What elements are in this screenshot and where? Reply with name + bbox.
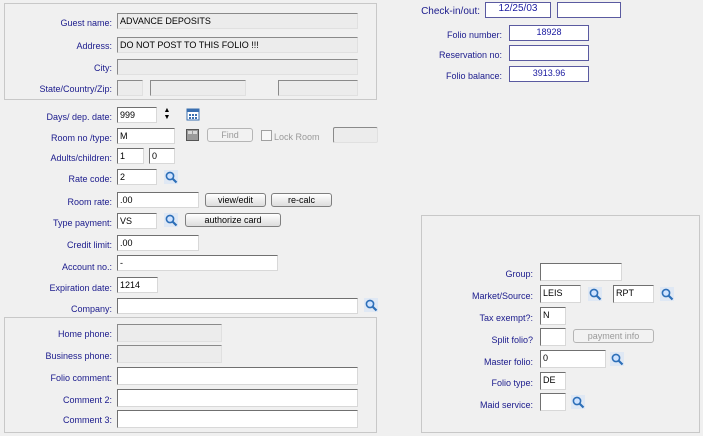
maid-service-field[interactable] [540, 393, 566, 411]
business-phone-label: Business phone: [45, 351, 112, 361]
lock-room-checkbox[interactable] [261, 130, 272, 141]
payment-lookup-magnifier-icon[interactable] [164, 213, 178, 227]
checkin-date-field[interactable]: 12/25/03 [485, 2, 551, 18]
group-label: Group: [505, 269, 533, 279]
source-field[interactable]: RPT [613, 285, 654, 303]
folio-comment-label: Folio comment: [50, 373, 112, 383]
city-field[interactable] [117, 59, 358, 75]
comment2-label: Comment 2: [62, 395, 112, 405]
home-phone-field[interactable] [117, 324, 222, 342]
calendar-icon[interactable] [186, 107, 200, 121]
home-phone-label: Home phone: [57, 329, 112, 339]
expiration-date-label: Expiration date: [49, 283, 112, 293]
maid-service-lookup-magnifier-icon[interactable] [571, 395, 585, 409]
type-payment-field[interactable]: VS [117, 213, 157, 229]
room-rate-label: Room rate: [67, 197, 112, 207]
account-no-field[interactable]: - [117, 255, 278, 271]
comment2-field[interactable] [117, 389, 358, 407]
type-payment-label: Type payment: [52, 218, 112, 228]
room-no-type-label: Room no /type: [50, 133, 112, 143]
folio-type-label: Folio type: [491, 378, 533, 388]
source-lookup-magnifier-icon[interactable] [660, 287, 674, 301]
reservation-no-label: Reservation no: [438, 50, 502, 60]
room-rate-field[interactable]: .00 [117, 192, 199, 208]
folio-comment-field[interactable] [117, 367, 358, 385]
find-button[interactable]: Find [207, 128, 253, 142]
reservation-no-field[interactable] [509, 45, 589, 61]
rate-code-field[interactable]: 2 [117, 169, 157, 185]
business-phone-field[interactable] [117, 345, 222, 363]
credit-limit-field[interactable]: .00 [117, 235, 199, 251]
authorize-card-button[interactable]: authorize card [185, 213, 281, 227]
account-no-label: Account no.: [61, 262, 112, 272]
market-field[interactable]: LEIS [540, 285, 581, 303]
split-folio-field[interactable] [540, 328, 566, 346]
master-folio-field[interactable]: 0 [540, 350, 606, 368]
country-field[interactable] [150, 80, 246, 96]
tax-exempt-label: Tax exempt?: [479, 313, 533, 323]
folio-balance-label: Folio balance: [445, 71, 502, 81]
group-field[interactable] [540, 263, 622, 281]
view-edit-button[interactable]: view/edit [205, 193, 266, 207]
guest-name-label: Guest name: [60, 18, 112, 28]
city-label: City: [94, 63, 112, 73]
comment3-field[interactable] [117, 410, 358, 428]
folio-balance-field[interactable]: 3913.96 [509, 66, 589, 82]
market-lookup-magnifier-icon[interactable] [588, 287, 602, 301]
maid-service-label: Maid service: [479, 400, 533, 410]
payment-info-button[interactable]: payment info [573, 329, 654, 343]
adults-field[interactable]: 1 [117, 148, 144, 164]
credit-limit-label: Credit limit: [66, 240, 112, 250]
company-field[interactable] [117, 298, 358, 314]
expiration-date-field[interactable]: 1214 [117, 277, 158, 293]
folio-type-field[interactable]: DE [540, 372, 566, 390]
folio-number-label: Folio number: [446, 30, 502, 40]
master-folio-lookup-magnifier-icon[interactable] [610, 352, 624, 366]
folio-number-field[interactable]: 18928 [509, 25, 589, 41]
address-label: Address: [76, 41, 112, 51]
state-country-zip-label: State/Country/Zip: [39, 84, 112, 94]
days-dep-date-label: Days/ dep. date: [46, 112, 112, 122]
room-grid-icon[interactable] [186, 129, 199, 141]
company-lookup-magnifier-icon[interactable] [364, 298, 378, 312]
market-source-label: Market/Source: [471, 291, 533, 301]
lock-room-label: Lock Room [274, 132, 320, 142]
zip-field[interactable] [278, 80, 358, 96]
master-folio-label: Master folio: [483, 357, 533, 367]
adults-children-label: Adults/children: [50, 153, 112, 163]
guest-name-field[interactable]: ADVANCE DEPOSITS [117, 13, 358, 29]
days-field[interactable]: 999 [117, 107, 157, 123]
rate-code-lookup-magnifier-icon[interactable] [164, 170, 178, 184]
comment3-label: Comment 3: [62, 415, 112, 425]
state-field[interactable] [117, 80, 143, 96]
tax-exempt-field[interactable]: N [540, 307, 566, 325]
split-folio-label: Split folio? [491, 335, 533, 345]
rate-code-label: Rate code: [68, 174, 112, 184]
room-no-field[interactable]: M [117, 128, 175, 144]
days-spin-arrows-icon[interactable]: ▲ ▼ [162, 107, 172, 123]
checkin-out-label: Check-in/out: [421, 6, 480, 17]
address-field[interactable]: DO NOT POST TO THIS FOLIO !!! [117, 37, 358, 53]
lock-room-field[interactable] [333, 127, 378, 143]
checkout-date-field[interactable] [557, 2, 621, 18]
company-label: Company: [70, 304, 112, 314]
recalc-button[interactable]: re-calc [271, 193, 332, 207]
children-field[interactable]: 0 [149, 148, 175, 164]
